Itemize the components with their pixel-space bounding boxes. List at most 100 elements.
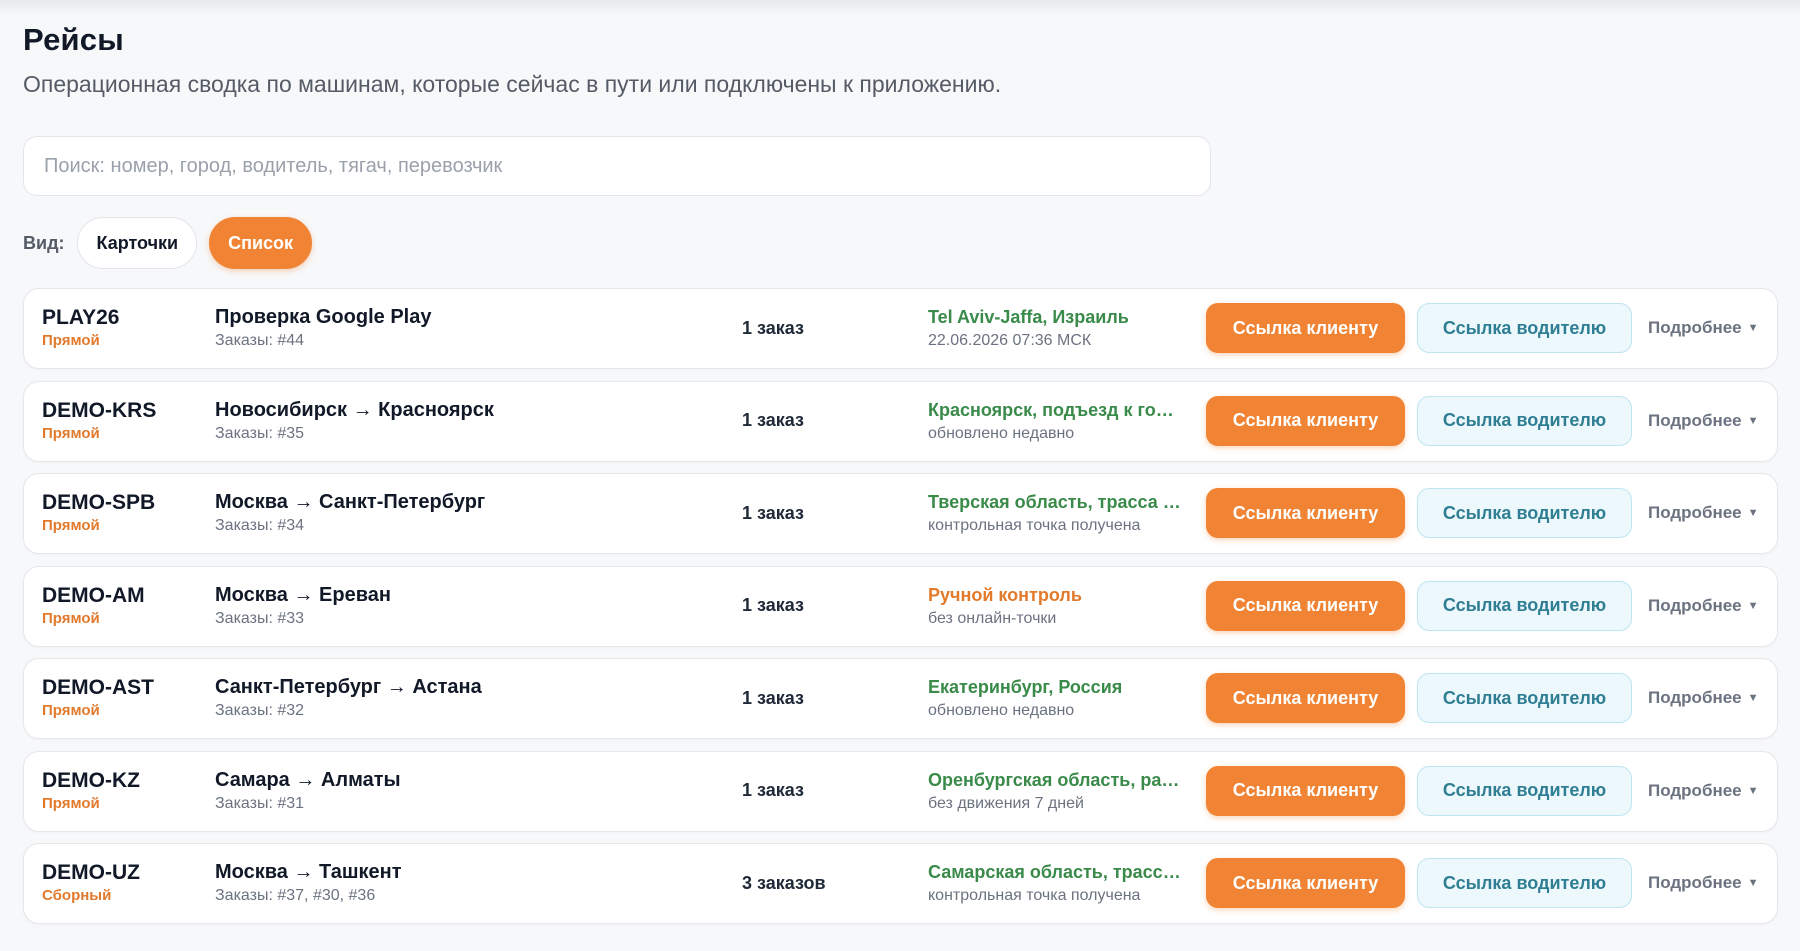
trip-location: Tel Aviv-Jaffa, Израиль [928, 307, 1129, 327]
trip-orders: Заказы: #34 [215, 517, 305, 534]
driver-link-button[interactable]: Ссылка водителю [1417, 303, 1632, 353]
details-dropdown[interactable]: Подробнее ▼ [1648, 382, 1759, 460]
trip-route-block: Санкт-Петербург → Астана Заказы: #32 [215, 674, 482, 722]
trip-row[interactable]: DEMO-KRS Прямой Новосибирск → Красноярск… [23, 380, 1778, 462]
client-link-button[interactable]: Ссылка клиенту [1206, 488, 1405, 538]
trip-plate: DEMO-AST [42, 676, 154, 699]
trip-orders: Заказы: #35 [215, 424, 305, 442]
trip-order-count: 1 заказ [742, 780, 804, 800]
trip-order-count: 1 заказ [742, 317, 804, 338]
details-dropdown[interactable]: Подробнее ▼ [1648, 567, 1759, 645]
trip-order-count: 1 заказ [742, 410, 804, 430]
trip-order-count: 3 заказов [742, 872, 826, 893]
trip-id: DEMO-KZ Прямой [42, 768, 140, 814]
trips-page: Рейсы Операционная сводка по машинам, ко… [0, 0, 1800, 924]
trip-type: Прямой [42, 332, 100, 349]
trip-location-block: Красноярск, подъезд к го… обновлено неда… [928, 397, 1196, 445]
trip-orders: Заказы: #31 [215, 794, 305, 812]
trip-order-count: 1 заказ [742, 595, 804, 615]
trip-route: Новосибирск → Красноярск [215, 398, 494, 421]
trip-row[interactable]: DEMO-SPB Прямой Москва → Санкт-Петербург… [23, 473, 1778, 554]
details-dropdown[interactable]: Подробнее ▼ [1648, 474, 1759, 552]
trip-location-status: обновлено недавно [928, 424, 1075, 442]
details-label: Подробнее [1648, 503, 1742, 522]
trip-location-block: Tel Aviv-Jaffa, Израиль 22.06.2026 07:36… [928, 304, 1196, 352]
details-dropdown[interactable]: Подробнее ▼ [1648, 289, 1759, 367]
trip-route-block: Проверка Google Play Заказы: #44 [215, 304, 431, 352]
details-label: Подробнее [1648, 410, 1742, 430]
trip-location-block: Тверская область, трасса … контрольная т… [928, 489, 1196, 537]
client-link-button[interactable]: Ссылка клиенту [1206, 580, 1405, 631]
driver-link-button[interactable]: Ссылка водителю [1417, 395, 1632, 446]
trip-order-count: 1 заказ [742, 687, 804, 708]
trip-row[interactable]: PLAY26 Прямой Проверка Google Play Заказ… [23, 288, 1778, 369]
trip-plate: DEMO-SPB [42, 491, 156, 514]
page-title: Рейсы [23, 22, 124, 57]
client-link-button[interactable]: Ссылка клиенту [1206, 673, 1405, 723]
details-dropdown[interactable]: Подробнее ▼ [1648, 752, 1759, 830]
trip-route-block: Москва → Ташкент Заказы: #37, #30, #36 [215, 859, 402, 907]
trip-location-block: Екатеринбург, Россия обновлено недавно [928, 674, 1196, 722]
chevron-down-icon: ▼ [1747, 877, 1759, 889]
trip-plate: PLAY26 [42, 306, 120, 329]
driver-link-button[interactable]: Ссылка водителю [1417, 673, 1632, 723]
client-link-button[interactable]: Ссылка клиенту [1206, 765, 1405, 816]
trip-row[interactable]: DEMO-KZ Прямой Самара → Алматы Заказы: #… [23, 750, 1778, 832]
trip-type: Прямой [42, 609, 100, 627]
details-dropdown[interactable]: Подробнее ▼ [1648, 659, 1759, 737]
trip-location-status: без онлайн-точки [928, 609, 1057, 627]
trip-location-block: Оренбургская область, ра… без движения 7… [928, 767, 1196, 815]
driver-link-button[interactable]: Ссылка водителю [1417, 858, 1632, 908]
trip-location-status: контрольная точка получена [928, 887, 1141, 904]
trip-location-block: Самарская область, трасс… контрольная то… [928, 859, 1196, 907]
chevron-down-icon: ▼ [1747, 784, 1759, 797]
details-label: Подробнее [1648, 595, 1742, 615]
trip-route-block: Москва → Санкт-Петербург Заказы: #34 [215, 489, 485, 537]
trip-id: DEMO-KRS Прямой [42, 398, 156, 444]
trip-type: Прямой [42, 517, 100, 534]
details-label: Подробнее [1648, 873, 1742, 892]
driver-link-button[interactable]: Ссылка водителю [1417, 488, 1632, 538]
trip-location: Екатеринбург, Россия [928, 677, 1123, 697]
trip-location: Ручной контроль [928, 584, 1082, 605]
trip-location: Тверская область, трасса … [928, 492, 1181, 512]
search-input[interactable] [23, 136, 1211, 196]
details-label: Подробнее [1648, 780, 1742, 800]
trip-location-status: 22.06.2026 07:36 МСК [928, 332, 1092, 349]
trip-location: Оренбургская область, ра… [928, 769, 1180, 790]
trip-orders: Заказы: #32 [215, 702, 305, 719]
chevron-down-icon: ▼ [1747, 599, 1759, 612]
trip-route: Москва → Ташкент [215, 861, 402, 883]
view-cards-button[interactable]: Карточки [77, 217, 198, 269]
trip-route: Самара → Алматы [215, 768, 401, 791]
trip-location: Самарская область, трасс… [928, 862, 1181, 882]
trip-route-block: Новосибирск → Красноярск Заказы: #35 [215, 397, 494, 445]
trip-row[interactable]: DEMO-AM Прямой Москва → Ереван Заказы: #… [23, 565, 1778, 647]
trip-row[interactable]: DEMO-AST Прямой Санкт-Петербург → Астана… [23, 658, 1778, 739]
trip-orders: Заказы: #37, #30, #36 [215, 887, 376, 904]
trip-route: Санкт-Петербург → Астана [215, 676, 482, 698]
view-list-button[interactable]: Список [209, 217, 313, 269]
trip-plate: DEMO-KZ [42, 768, 140, 792]
chevron-down-icon: ▼ [1747, 414, 1759, 427]
trip-id: PLAY26 Прямой [42, 305, 119, 351]
trip-route: Москва → Ереван [215, 583, 391, 606]
trip-id: DEMO-AST Прямой [42, 675, 154, 721]
client-link-button[interactable]: Ссылка клиенту [1206, 395, 1405, 446]
trip-plate: DEMO-KRS [42, 398, 157, 422]
chevron-down-icon: ▼ [1747, 322, 1759, 334]
driver-link-button[interactable]: Ссылка водителю [1417, 580, 1632, 631]
trip-id: DEMO-UZ Сборный [42, 860, 140, 906]
driver-link-button[interactable]: Ссылка водителю [1417, 765, 1632, 816]
chevron-down-icon: ▼ [1747, 692, 1759, 704]
trip-orders: Заказы: #33 [215, 609, 305, 627]
trip-row[interactable]: DEMO-UZ Сборный Москва → Ташкент Заказы:… [23, 843, 1778, 924]
details-dropdown[interactable]: Подробнее ▼ [1648, 844, 1759, 922]
client-link-button[interactable]: Ссылка клиенту [1206, 303, 1405, 353]
trip-route: Москва → Санкт-Петербург [215, 491, 486, 513]
client-link-button[interactable]: Ссылка клиенту [1206, 858, 1405, 908]
trip-type: Прямой [42, 794, 100, 812]
trip-location-status: без движения 7 дней [928, 794, 1084, 812]
trip-route-block: Самара → Алматы Заказы: #31 [215, 767, 401, 815]
trip-location-block: Ручной контроль без онлайн-точки [928, 582, 1196, 630]
